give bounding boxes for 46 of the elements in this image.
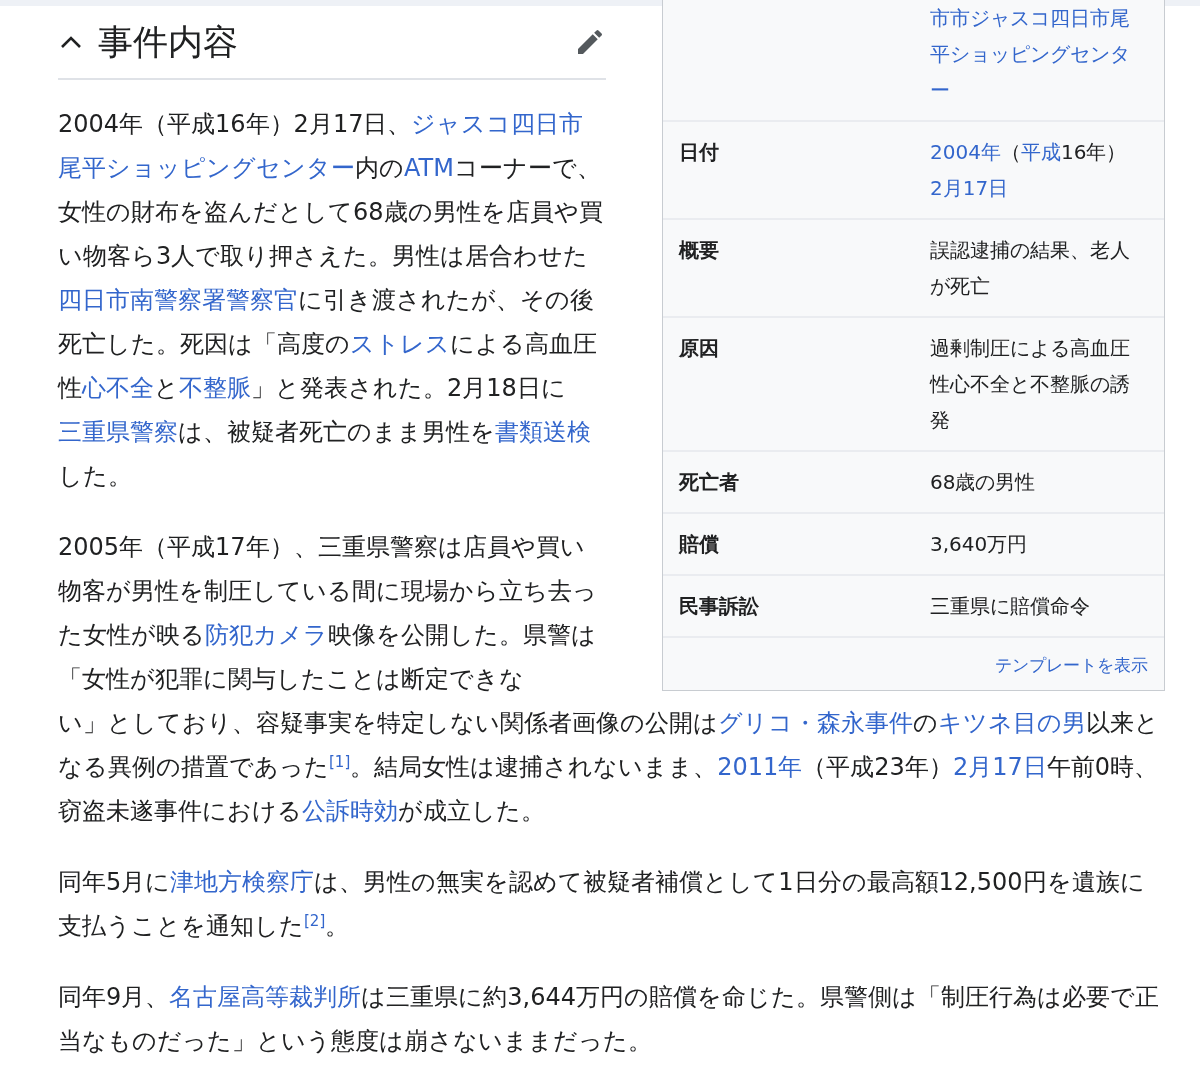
paragraph: 2005年（平成17年）、三重県警察は店員や買い物客が男性を制圧している間に現場から立ち去った女性が映る 防犯カメラ 映像を公開した。県警は「女性が犯罪に関与したことは断定できな (58, 532, 598, 695)
infobox-label: 民事訴訟 (679, 593, 760, 620)
infobox-label: 概要 (679, 237, 720, 264)
link[interactable]: ATM (404, 154, 454, 182)
infobox-value: 誤認逮捕の結果、老人が死亡 (930, 237, 1131, 300)
link[interactable]: 尾平ショッピングセンター (58, 154, 355, 182)
link[interactable]: 2004年 (930, 140, 1001, 164)
infobox-label: 賠償 (679, 531, 720, 558)
infobox-label: 日付 (679, 139, 720, 166)
link[interactable]: 公訴時効 (302, 797, 398, 825)
link[interactable]: 平ショッピングセンタ (930, 42, 1130, 66)
paragraph: い」としており、容疑事実を特定しない関係者画像の公開は グリコ・森永事件のキツネ目の男 以来となる異例の措置であった$^{[1]}$。結局女性は逮捕されないまま、2011年（平成23年）2月17日午前0時、窃盗未遂事件における公訴時効が成立した。 (58, 708, 1160, 827)
infobox-label: 原因 (679, 335, 720, 362)
link[interactable]: 津地方検察庁 (170, 868, 315, 896)
link[interactable]: 四日市南警察署警察官 (58, 286, 298, 314)
link[interactable]: 市市ジャスコ四日市尾 (930, 6, 1130, 30)
infobox-value: 過剰制圧による高血圧性心不全と不整脈の誘発 (930, 335, 1131, 434)
link[interactable]: 防犯カメラ (205, 621, 328, 649)
infobox-label: 死亡者 (679, 469, 740, 496)
citation-link[interactable]: [2] (304, 912, 326, 930)
link[interactable]: ー (930, 78, 950, 102)
link[interactable]: 名古屋高等裁判所 (169, 983, 362, 1011)
link[interactable]: ジャスコ四日市 (411, 110, 584, 138)
paragraph: 同年5月に津地方検察庁は、男性の無実を認めて被疑者補償として1日分の最高額12,500円を遺族に支払うことを通知した$^{[2]}$。 (58, 867, 1146, 942)
paragraph: 2004年（平成16年）2月17日、ジャスコ四日市 尾平ショッピングセンター内のATM コーナーで、女性の財布を盗んだとして68歳の男性を店員や買い物客ら3人で取り押さえた。男性は居合わせた 四日市南警察署警察官に引き渡されたが、その後死亡した。死因は「高度のストレス による高血圧性心不全 と 不整脈」と発表された。2月18日に 三重県警察は、被疑者死亡のまま男性を書類送検 した。 (58, 109, 604, 492)
link[interactable]: 心不全 (82, 374, 154, 402)
infobox-value: 三重県に賠償命令 (930, 593, 1091, 620)
paragraph: 同年9月、名古屋高等裁判所は三重県に約3,644万円の賠償を命じた。県警側は「制圧行為は必要で正当なものだった」という態度は崩さないままだった。 (58, 982, 1160, 1057)
citation-link[interactable]: [1] (329, 753, 351, 771)
infobox-value: 16年） (1060, 140, 1127, 164)
link[interactable]: 不整脈 (179, 374, 251, 402)
link[interactable]: 平成 (1020, 140, 1061, 164)
section-heading: 事件内容 (98, 20, 239, 64)
link[interactable]: 2月17日 (952, 753, 1047, 781)
link[interactable]: 書類送検 (495, 418, 591, 446)
link[interactable]: 三重県警察 (58, 418, 178, 446)
caret-icon[interactable] (60, 35, 82, 49)
link[interactable]: 2月17日 (930, 176, 1009, 200)
template-link[interactable]: テンプレートを表示 (995, 655, 1148, 675)
link[interactable]: ストレス (350, 330, 450, 358)
link[interactable]: キツネ目の男 (938, 709, 1086, 737)
infobox-value: 68歳の男性 (930, 469, 1037, 496)
link[interactable]: グリコ・森永事件 (718, 709, 913, 737)
infobox-value: 3,640万円 (930, 531, 1029, 558)
link[interactable]: 2011年 (717, 753, 803, 781)
infobox-value: （ (1000, 140, 1021, 164)
